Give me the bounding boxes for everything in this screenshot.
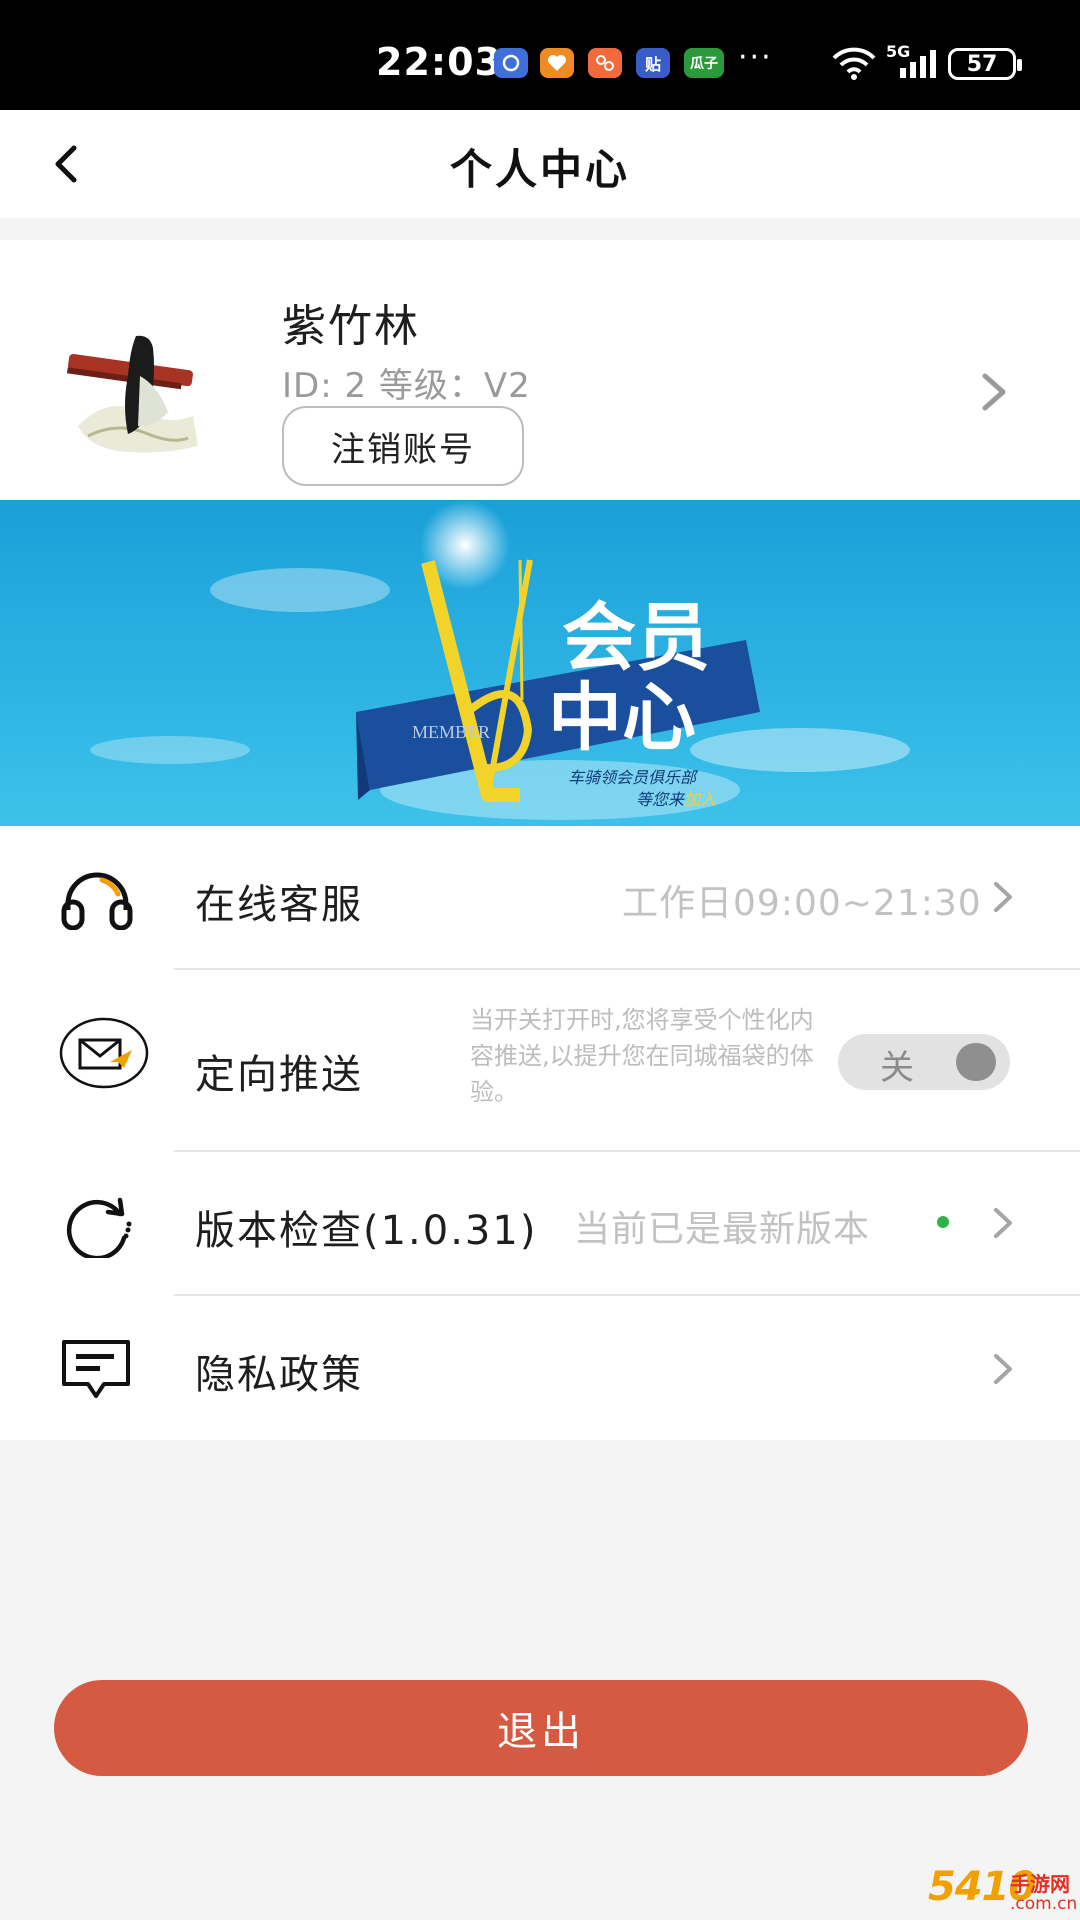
heart-app-icon <box>540 48 574 78</box>
version-status: 当前已是最新版本 <box>574 1209 871 1250</box>
menu-item-version-check[interactable]: 版本检查(1.0.31) 当前已是最新版本 <box>0 1152 1080 1294</box>
settings-list: 在线客服 工作日09:00~21:30 定向推送 当开关打开时,您将享受个性化内… <box>0 826 1080 1440</box>
chevron-right-icon <box>994 1208 1012 1238</box>
menu-item-privacy-policy[interactable]: 隐私政策 <box>0 1296 1080 1440</box>
privacy-policy-label: 隐私政策 <box>195 1352 363 1398</box>
targeted-push-description: 当开关打开时,您将享受个性化内容推送,以提升您在同城福袋的体验。 <box>470 1006 814 1106</box>
banner-caption-2-prefix: 等您来 <box>636 790 685 809</box>
banner-caption-2-highlight: 加入 <box>684 790 717 809</box>
refresh-icon <box>66 1197 132 1258</box>
profile-card[interactable]: 紫竹林 ID: 2 等级：V2 注销账号 <box>0 240 1080 500</box>
chevron-right-icon <box>982 373 1006 411</box>
cancel-account-button[interactable]: 注销账号 <box>282 406 524 486</box>
battery-icon: 57 <box>948 48 1022 80</box>
user-id-level: ID: 2 等级：V2 <box>282 366 531 406</box>
watermark-url: .com.cn <box>1010 1894 1078 1914</box>
page-title: 个人中心 <box>449 145 630 194</box>
status-time: 22:03 <box>376 40 502 84</box>
guazi-app-icon: 瓜子 <box>684 48 724 78</box>
wifi-icon <box>832 47 876 80</box>
banner-title-line2: 中心 <box>548 675 696 761</box>
banner-caption-2: 等您来加入 <box>636 786 716 810</box>
status-dot <box>937 1216 949 1228</box>
nav-bar: 个人中心 <box>0 110 1080 218</box>
toggle-state-label: 关 <box>880 1048 914 1088</box>
targeted-push-toggle[interactable]: 关 <box>838 1034 1010 1090</box>
online-service-label: 在线客服 <box>195 882 363 928</box>
meituan-app-icon <box>588 48 622 78</box>
chevron-right-icon <box>994 1354 1012 1384</box>
username: 紫竹林 <box>282 301 420 352</box>
targeted-push-label: 定向推送 <box>195 1052 363 1098</box>
banner-graphic <box>0 500 1080 826</box>
document-message-icon <box>62 1340 130 1398</box>
banner-ribbon-text: MEMBER <box>412 722 491 742</box>
chevron-right-icon <box>994 882 1012 912</box>
banner-caption-1: 车骑领会员俱乐部 <box>568 768 697 787</box>
message-envelope-icon <box>59 1017 149 1089</box>
vip-center-banner[interactable]: MEMBER 会员 中心 车骑领会员俱乐部 等您来加入 <box>0 500 1080 826</box>
menu-item-online-service[interactable]: 在线客服 工作日09:00~21:30 <box>0 826 1080 968</box>
version-check-label: 版本检查(1.0.31) <box>195 1208 538 1254</box>
more-notifications-icon: ··· <box>738 40 773 75</box>
service-hours: 工作日09:00~21:30 <box>622 883 982 924</box>
watermark-sub: 手游网 <box>1010 1872 1070 1896</box>
battery-level: 57 <box>966 51 998 77</box>
toggle-knob <box>956 1043 996 1081</box>
phone-manager-icon <box>494 48 528 78</box>
status-bar: 22:03 贴 瓜子 ··· 5G 57 <box>0 0 1080 110</box>
logout-button[interactable]: 退出 <box>54 1680 1028 1776</box>
tieba-app-icon: 贴 <box>636 48 670 78</box>
avatar <box>58 316 208 466</box>
site-watermark: 5410 手游网 .com.cn <box>928 1864 1080 1920</box>
headset-icon <box>61 872 133 930</box>
